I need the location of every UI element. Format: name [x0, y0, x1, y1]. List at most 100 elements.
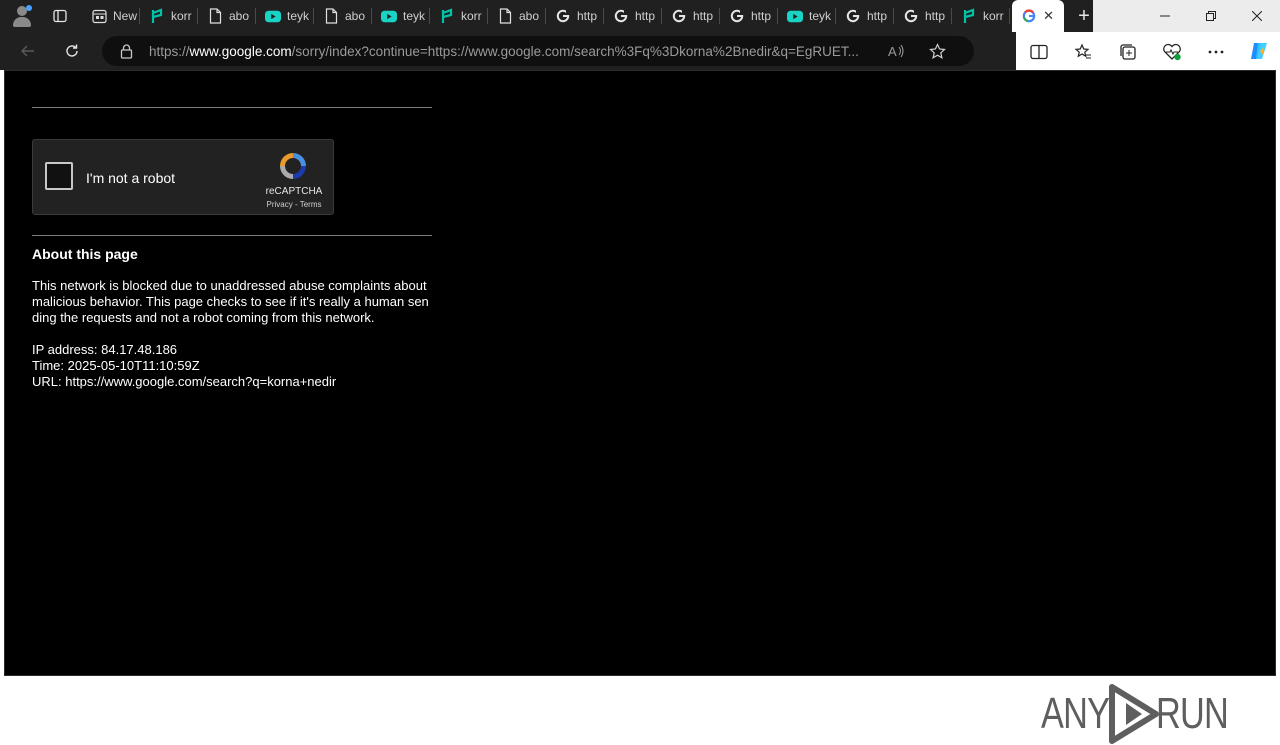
anyrun-watermark: ANY RUN [1041, 683, 1249, 745]
youtube-icon [265, 8, 281, 24]
tab-4[interactable]: abo [314, 0, 372, 32]
korna-icon [439, 8, 455, 24]
copilot-icon[interactable] [1247, 39, 1271, 63]
tab-label: http [635, 9, 656, 23]
tab-12[interactable]: teyk [778, 0, 836, 32]
tab-7[interactable]: abo [488, 0, 546, 32]
tab-5[interactable]: teyk [372, 0, 430, 32]
url-text[interactable]: https://www.google.com/sorry/index?conti… [149, 44, 879, 59]
timestamp: Time: 2025-05-10T11:10:59Z [32, 358, 200, 373]
tab-label: teyk [809, 9, 832, 23]
google-icon [845, 8, 861, 24]
side-toolbar [1016, 32, 1280, 70]
tab-3[interactable]: teyk [256, 0, 314, 32]
tab-10[interactable]: http [662, 0, 720, 32]
close-window-button[interactable] [1234, 0, 1280, 32]
google-icon [1021, 8, 1037, 24]
tab-11[interactable]: http [720, 0, 778, 32]
recaptcha-legal-links[interactable]: Privacy - Terms [255, 200, 333, 209]
browser-toolbar: https://www.google.com/sorry/index?conti… [0, 32, 1016, 90]
google-icon [903, 8, 919, 24]
document-icon [497, 8, 513, 24]
youtube-icon [381, 8, 397, 24]
close-icon [1252, 11, 1262, 21]
recaptcha-label: I'm not a robot [86, 170, 176, 186]
refresh-icon [66, 44, 78, 57]
back-arrow-icon [21, 45, 34, 57]
tab-label: http [693, 9, 714, 23]
newtab-icon [91, 8, 107, 24]
tab-label: http [925, 9, 946, 23]
divider [32, 107, 432, 108]
korna-icon [961, 8, 977, 24]
page-content: I'm not a robot reCAPTCHA Privacy - Term… [4, 70, 1276, 744]
restore-icon [1206, 11, 1216, 21]
google-icon [613, 8, 629, 24]
tab-label: abo [345, 9, 366, 23]
minimize-icon [1160, 15, 1170, 17]
watermark-right-text: RUN [1156, 689, 1229, 738]
tab-label: teyk [287, 9, 310, 23]
browser-essentials-icon[interactable] [1162, 42, 1182, 62]
about-title: About this page [32, 246, 138, 262]
split-screen-icon[interactable] [1029, 42, 1049, 62]
more-options-icon[interactable] [1206, 42, 1226, 62]
tab-label: http [577, 9, 598, 23]
tab-label: New [113, 9, 138, 23]
close-tab-icon[interactable]: ✕ [1043, 9, 1054, 23]
address-bar[interactable]: https://www.google.com/sorry/index?conti… [102, 36, 974, 66]
minimize-button[interactable] [1142, 0, 1188, 32]
recaptcha-logo-icon [280, 153, 306, 179]
tab-14[interactable]: http [894, 0, 952, 32]
ip-address: IP address: 84.17.48.186 [32, 342, 178, 357]
window-controls [1093, 0, 1280, 32]
tab-13[interactable]: http [836, 0, 894, 32]
tab-label: abo [229, 9, 250, 23]
korna-icon [149, 8, 165, 24]
tab-label: korr [983, 9, 1004, 23]
tab-label: korr [171, 9, 192, 23]
youtube-icon [787, 8, 803, 24]
sorry-container: I'm not a robot reCAPTCHA Privacy - Term… [32, 107, 432, 390]
google-icon [729, 8, 745, 24]
tab-active[interactable]: ✕ [1012, 0, 1064, 32]
tab-label: http [751, 9, 772, 23]
tab-strip: New korr abo teyk abo teyk korr abo http http http… [0, 0, 1280, 32]
read-aloud-icon[interactable]: A [888, 42, 906, 60]
request-info: IP address: 84.17.48.186 Time: 2025-05-1… [32, 342, 432, 390]
tab-15[interactable]: korr [952, 0, 1010, 32]
divider [32, 235, 432, 236]
refresh-button[interactable] [50, 32, 94, 70]
plus-icon: + [1078, 4, 1090, 27]
tab-6[interactable]: korr [430, 0, 488, 32]
profile-button[interactable] [0, 0, 44, 32]
favorite-star-icon[interactable] [928, 42, 946, 60]
tab-list: New korr abo teyk abo teyk korr abo http http http… [82, 0, 1010, 32]
request-url: URL: https://www.google.com/search?q=kor… [32, 374, 337, 389]
tab-label: teyk [403, 9, 426, 23]
watermark-left-text: ANY [1041, 689, 1110, 738]
svg-text:A: A [888, 44, 897, 59]
lock-icon[interactable] [119, 43, 133, 59]
google-icon [555, 8, 571, 24]
back-button[interactable] [6, 32, 50, 70]
collections-icon[interactable] [1118, 42, 1138, 62]
tab-label: korr [461, 9, 482, 23]
tab-0[interactable]: New [82, 0, 140, 32]
restore-button[interactable] [1188, 0, 1234, 32]
favorites-icon[interactable] [1073, 42, 1093, 62]
google-icon [671, 8, 687, 24]
document-icon [323, 8, 339, 24]
about-text: This network is blocked due to unaddress… [32, 278, 429, 325]
document-icon [207, 8, 223, 24]
tab-2[interactable]: abo [198, 0, 256, 32]
tab-actions-icon [53, 9, 67, 23]
recaptcha-checkbox[interactable] [45, 162, 73, 190]
tab-label: http [867, 9, 888, 23]
play-logo-icon [1109, 684, 1160, 744]
recaptcha-widget: I'm not a robot reCAPTCHA Privacy - Term… [32, 139, 334, 215]
tab-9[interactable]: http [604, 0, 662, 32]
tab-actions-button[interactable] [44, 0, 76, 32]
tab-8[interactable]: http [546, 0, 604, 32]
tab-1[interactable]: korr [140, 0, 198, 32]
